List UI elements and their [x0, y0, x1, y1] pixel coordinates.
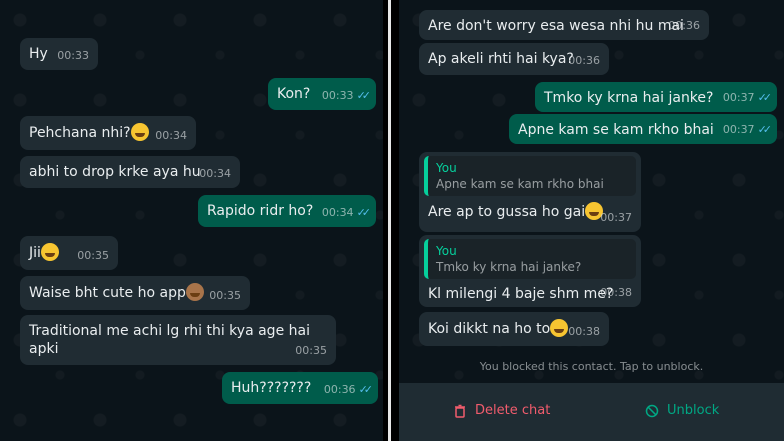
grin-sweat-emoji-icon [130, 123, 149, 141]
message-text: Are don't worry esa wesa nhi hu mai [428, 18, 684, 34]
message-time: 00:36 [668, 19, 700, 32]
message-bubble[interactable]: Jii 00:35 [20, 236, 118, 270]
message-time: 00:34 [321, 206, 354, 219]
quote-text: Tmko ky krna hai janke? [436, 260, 582, 274]
message-bubble[interactable]: Kon? 00:33 ✓✓ [268, 78, 376, 110]
message-bubble[interactable]: Ap akeli rhti hai kya? 00:36 [419, 43, 609, 75]
message-meta: 00:37 ✓✓ [722, 121, 773, 139]
message-time: 00:35 [295, 344, 327, 357]
message-bubble[interactable]: Are don't worry esa wesa nhi hu mai 00:3… [419, 10, 709, 40]
message-text: Kon? [277, 86, 311, 102]
message-time: 00:35 [77, 249, 109, 262]
quoted-reply[interactable]: You Tmko ky krna hai janke? [424, 239, 636, 279]
quoted-reply[interactable]: You Apne kam se kam rkho bhai [424, 156, 636, 196]
message-time: 00:33 [321, 89, 354, 102]
message-time: 00:38 [568, 325, 600, 338]
message-meta: 00:36 ✓✓ [323, 381, 374, 399]
double-check-icon: ✓✓ [356, 206, 372, 219]
message-meta: 00:34 ✓✓ [321, 204, 372, 222]
double-check-icon: ✓✓ [356, 89, 372, 102]
unblock-button[interactable]: Unblock [645, 403, 719, 418]
message-bubble[interactable]: Huh??????? 00:36 ✓✓ [222, 372, 378, 404]
trash-icon [455, 404, 465, 418]
unblock-label: Unblock [667, 403, 720, 418]
right-chat-panel: Are don't worry esa wesa nhi hu mai 00:3… [399, 0, 784, 441]
message-bubble[interactable]: Tmko ky krna hai janke? 00:37 ✓✓ [535, 82, 777, 112]
message-bubble[interactable]: Rapido ridr ho? 00:34 ✓✓ [198, 195, 376, 227]
message-text: Waise bht cute ho app [29, 285, 186, 301]
message-bubble[interactable]: abhi to drop krke aya hu 00:34 [20, 156, 240, 188]
message-text: Are ap to gussa ho gai [428, 204, 586, 220]
message-bubble[interactable]: Traditional me achi lg rhi thi kya age h… [20, 315, 336, 365]
panel-divider [383, 0, 399, 441]
message-text: Apne kam se kam rkho bhai [518, 122, 714, 138]
message-bubble[interactable]: Hy 00:33 [20, 38, 98, 70]
message-text: Jii [29, 245, 41, 261]
message-time: 00:37 [600, 211, 632, 224]
grin-sweat-emoji-icon [550, 319, 569, 337]
message-bubble[interactable]: Waise bht cute ho app 00:35 [20, 276, 250, 310]
message-text: Tmko ky krna hai janke? [544, 90, 714, 106]
left-chat-panel: Hy 00:33 Kon? 00:33 ✓✓ Pehchana nhi? 00:3… [0, 0, 383, 441]
message-meta: 00:37 ✓✓ [722, 89, 773, 107]
message-time: 00:36 [323, 383, 356, 396]
message-meta: 00:33 ✓✓ [321, 87, 372, 105]
message-text: Huh??????? [231, 380, 312, 396]
blocked-action-bar: Delete chat Unblock [399, 383, 784, 441]
double-check-icon: ✓✓ [757, 123, 773, 136]
message-bubble[interactable]: You Apne kam se kam rkho bhai Are ap to … [419, 152, 641, 232]
message-time: 00:34 [199, 167, 231, 180]
quote-author: You [436, 244, 457, 258]
message-time: 00:33 [57, 49, 89, 62]
message-text: Koi dikkt na ho to [428, 321, 551, 337]
message-text: Hy [29, 46, 48, 62]
message-time: 00:37 [722, 91, 755, 104]
quote-text: Apne kam se kam rkho bhai [436, 177, 604, 191]
message-bubble[interactable]: Koi dikkt na ho to 00:38 [419, 312, 609, 346]
message-bubble[interactable]: You Tmko ky krna hai janke? Kl milengi 4… [419, 235, 641, 307]
quote-author: You [436, 161, 457, 175]
message-time: 00:35 [209, 289, 241, 302]
double-check-icon: ✓✓ [358, 383, 374, 396]
message-text: Pehchana nhi? [29, 125, 131, 141]
message-bubble[interactable]: Apne kam se kam rkho bhai 00:37 ✓✓ [509, 114, 777, 144]
message-time: 00:34 [155, 129, 187, 142]
block-circle-icon [645, 404, 659, 417]
message-text: Ap akeli rhti hai kya? [428, 51, 574, 67]
double-check-icon: ✓✓ [757, 91, 773, 104]
message-text: abhi to drop krke aya hu [29, 164, 201, 180]
message-time: 00:37 [722, 123, 755, 136]
message-time: 00:38 [600, 286, 632, 299]
message-time: 00:36 [568, 54, 600, 67]
grin-sweat-emoji-icon [40, 243, 59, 261]
blocked-notice[interactable]: You blocked this contact. Tap to unblock… [399, 360, 784, 373]
message-text: Traditional me achi lg rhi thi kya age h… [29, 323, 310, 357]
delete-chat-label: Delete chat [475, 403, 551, 418]
message-bubble[interactable]: Pehchana nhi? 00:34 [20, 116, 196, 150]
message-text: Kl milengi 4 baje shm me? [428, 286, 614, 302]
message-text: Rapido ridr ho? [207, 203, 314, 219]
delete-chat-button[interactable]: Delete chat [453, 403, 550, 418]
see-no-evil-monkey-icon [185, 283, 204, 301]
